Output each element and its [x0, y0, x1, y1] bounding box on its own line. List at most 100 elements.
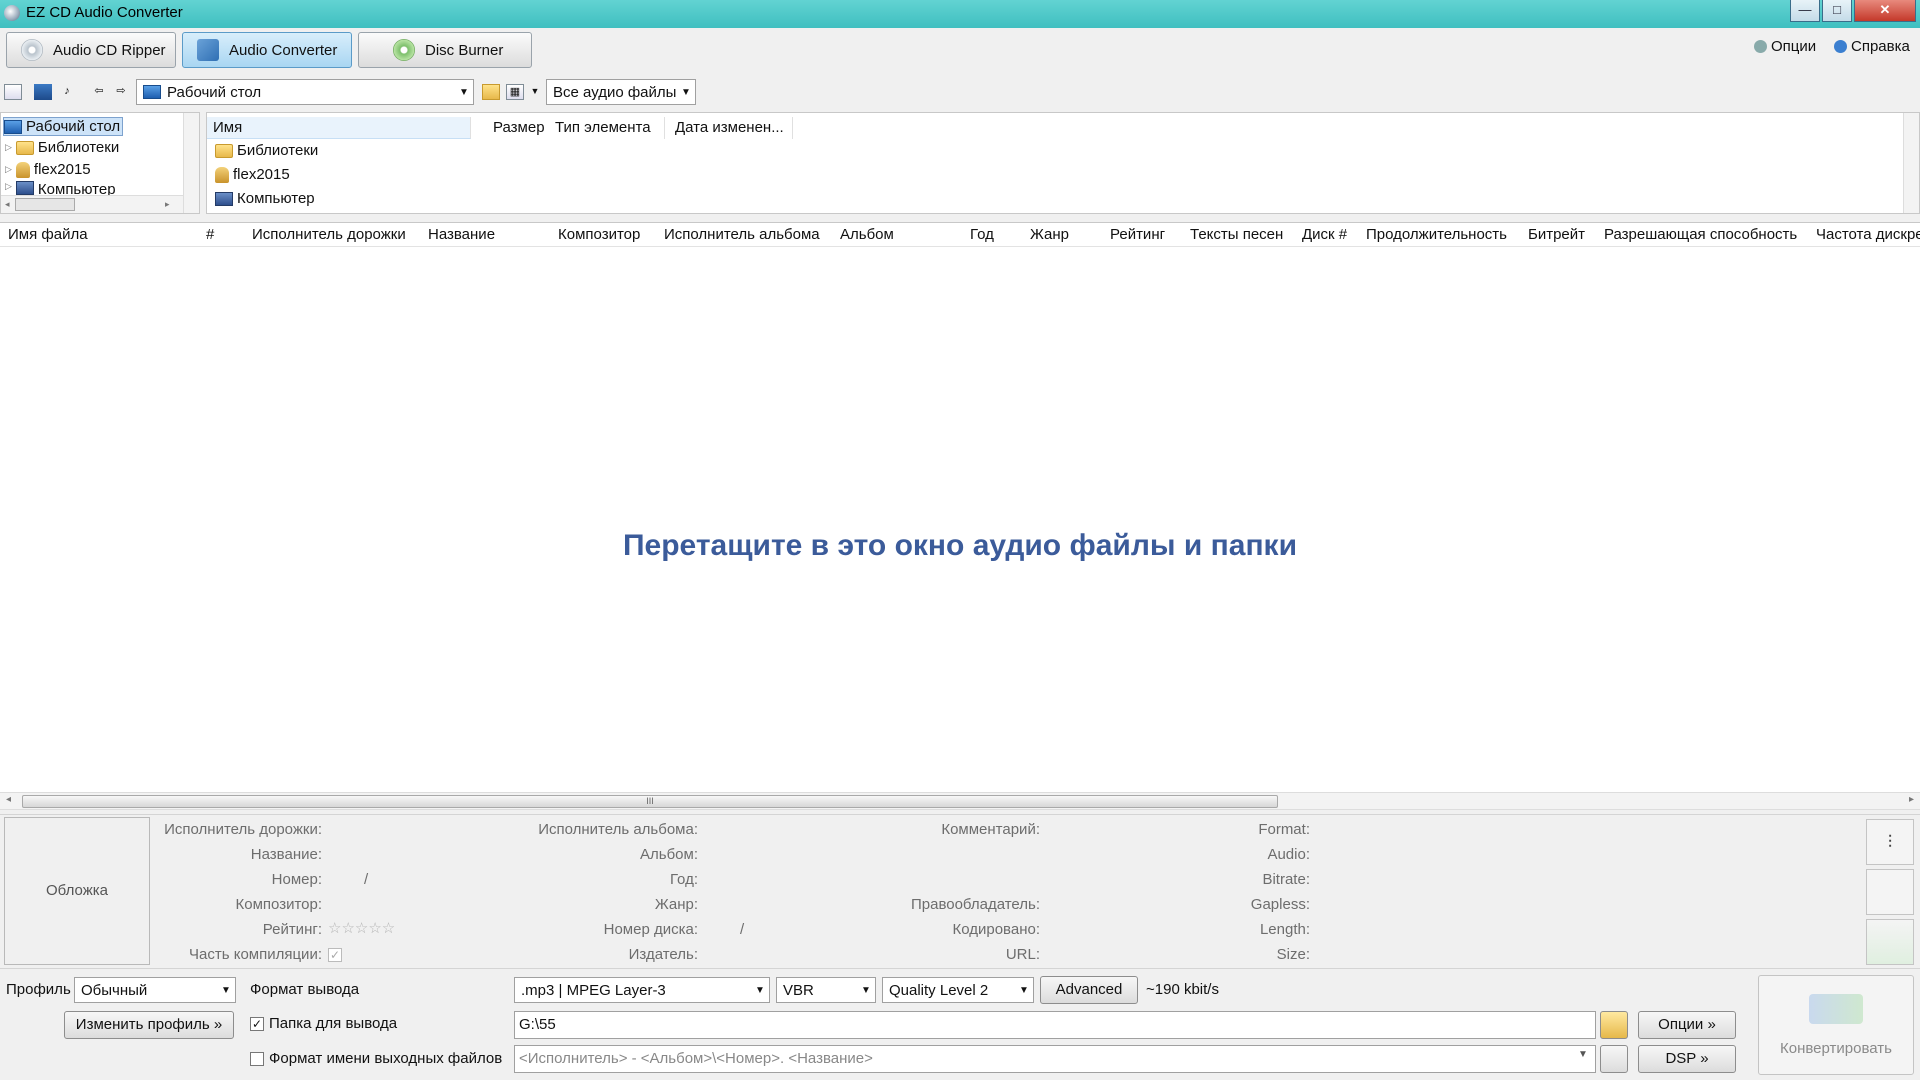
- output-settings: Профиль Обычный ▼ Изменить профиль » Фор…: [0, 968, 1920, 1080]
- rename-icon[interactable]: [1866, 869, 1914, 915]
- col-name[interactable]: Имя: [207, 117, 471, 139]
- tag-lookup-icon[interactable]: [1866, 919, 1914, 965]
- filename-format-input[interactable]: <Исполнитель> - <Альбом>\<Номер>. <Назва…: [514, 1045, 1596, 1073]
- location-value: Рабочий стол: [167, 83, 262, 101]
- encoding-mode-dropdown[interactable]: VBR ▼: [776, 977, 876, 1003]
- tree-item-libraries[interactable]: ▷ Библиотеки: [5, 139, 119, 156]
- list-item[interactable]: Компьютер: [215, 190, 315, 207]
- desktop-icon[interactable]: [34, 84, 52, 100]
- col-disc-number[interactable]: Диск #: [1302, 226, 1347, 243]
- folder-tree[interactable]: Рабочий стол ▷ Библиотеки ▷ flex2015 ▷ К…: [0, 112, 200, 214]
- music-note-icon[interactable]: ♪: [58, 84, 76, 100]
- advanced-button[interactable]: Advanced: [1040, 976, 1138, 1004]
- tree-hscrollbar[interactable]: ◂ ▸: [1, 195, 183, 213]
- tree-item-flex2015[interactable]: ▷ flex2015: [5, 161, 91, 178]
- list-item[interactable]: Библиотеки: [215, 142, 318, 159]
- filename-format-checkbox[interactable]: Формат имени выходных файлов: [250, 1050, 502, 1067]
- col-year[interactable]: Год: [970, 226, 994, 243]
- convert-button[interactable]: Конвертировать: [1758, 975, 1914, 1075]
- tab-label: Audio CD Ripper: [53, 41, 166, 59]
- tree-label: Рабочий стол: [26, 118, 121, 135]
- tree-item-computer[interactable]: ▷ Компьютер: [5, 181, 116, 195]
- location-dropdown[interactable]: Рабочий стол ▼: [136, 79, 474, 105]
- checkbox[interactable]: [250, 1052, 264, 1067]
- audio-file-table[interactable]: Имя файла # Исполнитель дорожки Название…: [0, 222, 1920, 792]
- compilation-checkbox[interactable]: ✓: [328, 946, 347, 963]
- profile-dropdown[interactable]: Обычный ▼: [74, 977, 236, 1003]
- drop-hint: Перетащите в это окно аудио файлы и папк…: [622, 529, 1298, 562]
- col-type[interactable]: Тип элемента: [549, 117, 665, 139]
- output-folder-input[interactable]: G:\55: [514, 1011, 1596, 1039]
- chevron-down-icon: ▼: [221, 984, 231, 996]
- quality-dropdown[interactable]: Quality Level 2 ▼: [882, 977, 1034, 1003]
- col-date[interactable]: Дата изменен...: [669, 117, 793, 139]
- scroll-thumb[interactable]: III: [22, 795, 1278, 808]
- file-filter-dropdown[interactable]: Все аудио файлы ▼: [546, 79, 696, 105]
- list-vscrollbar[interactable]: [1903, 113, 1919, 213]
- col-track-number[interactable]: #: [206, 226, 214, 243]
- browse-folder-icon[interactable]: [1600, 1011, 1628, 1039]
- col-rating[interactable]: Рейтинг: [1110, 226, 1165, 243]
- expand-icon[interactable]: ▷: [5, 142, 12, 153]
- checkbox[interactable]: ✓: [250, 1017, 264, 1032]
- list-item[interactable]: flex2015: [215, 166, 290, 183]
- format-dropdown[interactable]: .mp3 | MPEG Layer-3 ▼: [514, 977, 770, 1003]
- rating-stars[interactable]: ☆☆☆☆☆: [328, 919, 395, 937]
- col-track-artist[interactable]: Исполнитель дорожки: [252, 226, 406, 243]
- col-composer[interactable]: Композитор: [558, 226, 640, 243]
- col-album[interactable]: Альбом: [840, 226, 894, 243]
- expand-icon[interactable]: ▷: [5, 181, 12, 192]
- tab-audio-cd-ripper[interactable]: Audio CD Ripper: [6, 32, 176, 68]
- quality-value: Quality Level 2: [889, 981, 989, 999]
- minimize-button[interactable]: —: [1790, 0, 1820, 22]
- app-icon: [4, 5, 20, 21]
- tree-item-desktop[interactable]: Рабочий стол: [3, 117, 124, 136]
- tag-editor-panel: Обложка Исполнитель дорожки: Название: Н…: [0, 814, 1920, 966]
- waveform-icon[interactable]: ⫶: [1866, 819, 1914, 865]
- col-title[interactable]: Название: [428, 226, 495, 243]
- help-link[interactable]: Справка: [1834, 38, 1910, 55]
- expand-icon[interactable]: ▷: [5, 164, 12, 175]
- col-sample-rate[interactable]: Частота дискре: [1816, 226, 1920, 243]
- cover-art[interactable]: Обложка: [4, 817, 150, 965]
- options-link[interactable]: Опции: [1754, 38, 1816, 55]
- file-browser-list[interactable]: Имя Размер Тип элемента Дата изменен... …: [206, 112, 1920, 214]
- close-button[interactable]: ✕: [1854, 0, 1916, 22]
- col-album-artist[interactable]: Исполнитель альбома: [664, 226, 820, 243]
- format-editor-icon[interactable]: [1600, 1045, 1628, 1073]
- view-mode-icon[interactable]: ▦: [506, 84, 524, 100]
- edit-profile-button[interactable]: Изменить профиль »: [64, 1011, 234, 1039]
- chevron-down-icon[interactable]: ▼: [526, 84, 544, 100]
- col-duration[interactable]: Продолжительность: [1366, 226, 1507, 243]
- folder-up-icon[interactable]: [4, 84, 22, 100]
- label-number: Номер:: [271, 871, 322, 888]
- label-title: Название:: [250, 846, 322, 863]
- scroll-right-icon[interactable]: ▸: [1909, 794, 1914, 805]
- forward-arrow-icon[interactable]: ⇨: [112, 84, 130, 100]
- number-separator: /: [364, 871, 369, 888]
- label-length: Length:: [1259, 921, 1310, 938]
- tab-disc-burner[interactable]: Disc Burner: [358, 32, 532, 68]
- profile-label: Профиль: [6, 981, 71, 998]
- new-folder-icon[interactable]: [482, 84, 500, 100]
- mode-value: VBR: [783, 981, 814, 999]
- scroll-left-icon[interactable]: ◂: [6, 794, 11, 805]
- col-genre[interactable]: Жанр: [1030, 226, 1069, 243]
- dsp-button[interactable]: DSP »: [1638, 1045, 1736, 1073]
- chevron-down-icon[interactable]: ▼: [1578, 1049, 1588, 1060]
- table-hscrollbar[interactable]: ◂ III ▸: [0, 792, 1920, 810]
- output-folder-checkbox[interactable]: ✓ Папка для вывода: [250, 1015, 397, 1032]
- col-filename[interactable]: Имя файла: [8, 226, 88, 243]
- tree-vscrollbar[interactable]: [183, 113, 199, 213]
- col-bitrate[interactable]: Битрейт: [1528, 226, 1585, 243]
- desktop-icon: [4, 119, 22, 134]
- back-arrow-icon[interactable]: ⇦: [90, 84, 108, 100]
- maximize-button[interactable]: □: [1822, 0, 1852, 22]
- tree-label: Библиотеки: [37, 139, 120, 156]
- options-button[interactable]: Опции »: [1638, 1011, 1736, 1039]
- label-disc-number: Номер диска:: [603, 921, 698, 938]
- tab-audio-converter[interactable]: Audio Converter: [182, 32, 352, 68]
- col-bit-depth[interactable]: Разрешающая способность: [1604, 226, 1797, 243]
- desktop-icon: [143, 85, 161, 99]
- col-lyrics[interactable]: Тексты песен: [1190, 226, 1283, 243]
